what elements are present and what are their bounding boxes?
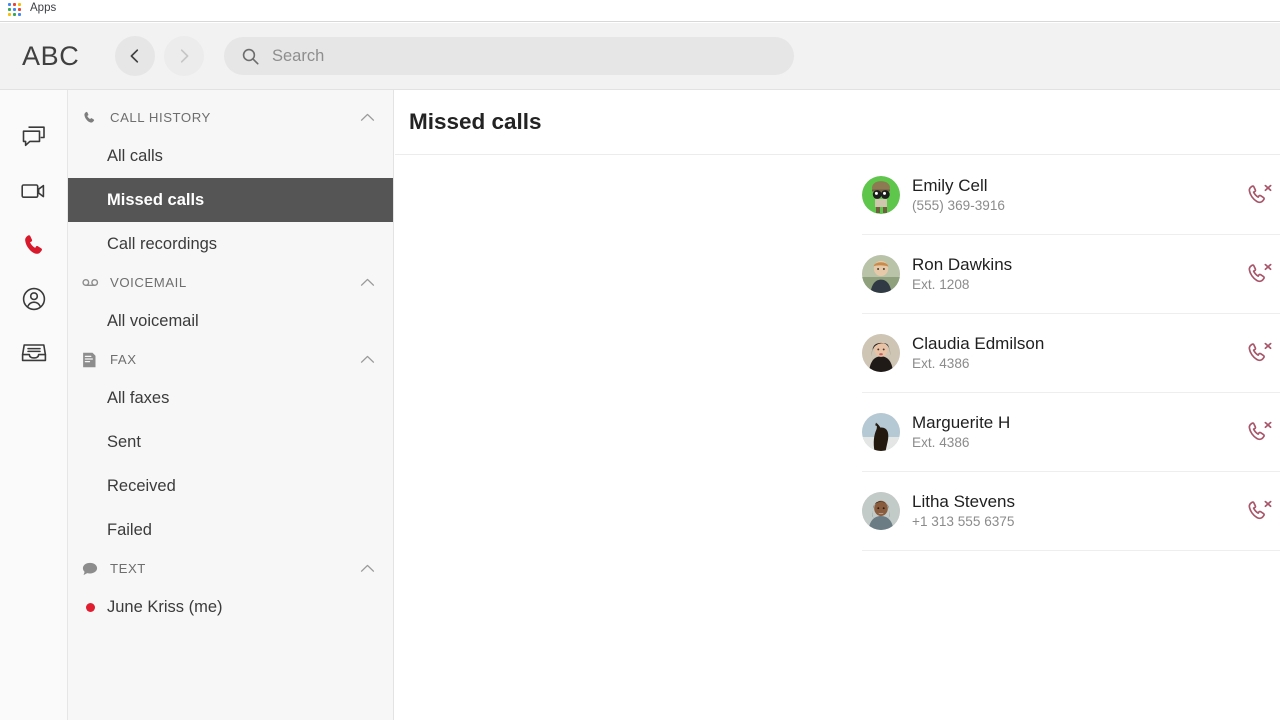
sidebar-item-call-recordings[interactable]: Call recordings [68, 222, 393, 266]
contact-detail: Ext. 1208 [912, 276, 970, 292]
chevron-up-icon[interactable] [360, 113, 375, 122]
content-header: Missed calls [395, 90, 1280, 155]
table-row[interactable]: Marguerite H Ext. 4386 [862, 393, 1280, 472]
search-icon [241, 47, 260, 66]
sidebar-section-fax[interactable]: FAX [68, 343, 393, 376]
call-info: Claudia Edmilson Ext. 4386 [912, 333, 1240, 373]
chevron-right-icon [176, 48, 192, 64]
video-camera-icon [20, 180, 48, 207]
sidebar-item-missed-calls[interactable]: Missed calls [68, 178, 393, 222]
messages-icon [21, 125, 47, 154]
table-row[interactable]: Litha Stevens +1 313 555 6375 [862, 472, 1280, 551]
sidebar-section-voicemail[interactable]: VOICEMAIL [68, 266, 393, 299]
rail-item-contacts[interactable] [0, 274, 68, 328]
page-title: Missed calls [409, 109, 542, 134]
sidebar-section-title: FAX [110, 352, 137, 367]
contact-detail: Ext. 4386 [912, 434, 970, 450]
sidebar-item-received[interactable]: Received [68, 464, 393, 508]
missed-call-icon[interactable] [1240, 262, 1280, 286]
avatar [862, 413, 900, 451]
forward-button[interactable] [164, 36, 204, 76]
sidebar-item-all-faxes[interactable]: All faxes [68, 376, 393, 420]
missed-call-icon[interactable] [1240, 183, 1280, 207]
sidebar-item-conversation-june-kriss[interactable]: June Kriss (me) [68, 585, 393, 629]
chevron-left-icon [127, 48, 143, 64]
voicemail-icon [82, 277, 104, 288]
phone-icon [21, 232, 47, 263]
avatar [862, 176, 900, 214]
bookmark-apps-label[interactable]: Apps [30, 3, 56, 15]
brand-logo: ABC [22, 40, 80, 71]
call-info: Litha Stevens +1 313 555 6375 [912, 491, 1240, 531]
rail-item-inbox[interactable] [0, 328, 68, 382]
back-button[interactable] [115, 36, 155, 76]
browser-bookmark-bar: Apps [0, 0, 1280, 22]
speech-bubble-icon [82, 562, 104, 576]
chevron-up-icon[interactable] [360, 278, 375, 287]
rail-item-phone[interactable] [0, 220, 68, 274]
call-info: Ron Dawkins Ext. 1208 [912, 254, 1240, 294]
call-info: Marguerite H Ext. 4386 [912, 412, 1240, 452]
conversation-label: June Kriss (me) [107, 597, 223, 616]
contact-detail: (555) 369-3916 [912, 197, 1005, 213]
sidebar-section-text[interactable]: TEXT [68, 552, 393, 585]
avatar [862, 255, 900, 293]
contact-detail: +1 313 555 6375 [912, 513, 1015, 529]
sidebar-section-title: CALL HISTORY [110, 110, 211, 125]
inbox-tray-icon [20, 341, 48, 370]
sidebar-section-title: TEXT [110, 561, 146, 576]
icon-rail [0, 90, 68, 720]
contact-name: Marguerite H [912, 412, 1011, 432]
contact-detail: Ext. 4386 [912, 355, 970, 371]
contact-name: Ron Dawkins [912, 254, 1013, 274]
sidebar-item-all-calls[interactable]: All calls [68, 134, 393, 178]
table-row[interactable]: Claudia Edmilson Ext. 4386 [862, 314, 1280, 393]
search-input[interactable]: Search [224, 37, 794, 75]
unread-dot-icon [86, 602, 95, 612]
sidebar-item-all-voicemail[interactable]: All voicemail [68, 299, 393, 343]
sidebar-item-failed[interactable]: Failed [68, 508, 393, 552]
apps-grid-icon[interactable] [8, 3, 21, 16]
chevron-up-icon[interactable] [360, 564, 375, 573]
call-info: Emily Cell (555) 369-3916 [912, 175, 1240, 215]
avatar [862, 492, 900, 530]
missed-call-icon[interactable] [1240, 499, 1280, 523]
app-window: Apps ABC Search CALL HISTORY All calls M… [0, 0, 1280, 720]
rail-item-video[interactable] [0, 166, 68, 220]
sidebar-item-sent[interactable]: Sent [68, 420, 393, 464]
rail-item-messages[interactable] [0, 112, 68, 166]
sidebar-section-title: VOICEMAIL [110, 275, 187, 290]
fax-icon [82, 352, 104, 368]
missed-call-icon[interactable] [1240, 341, 1280, 365]
main-content: Missed calls Emily Cell (555) 369-3916 R… [395, 90, 1280, 720]
contacts-person-icon [21, 286, 47, 317]
chevron-up-icon[interactable] [360, 355, 375, 364]
table-row[interactable]: Emily Cell (555) 369-3916 [862, 156, 1280, 235]
phone-icon [82, 110, 104, 125]
contact-name: Emily Cell [912, 175, 988, 195]
sidebar-nav-panel: CALL HISTORY All calls Missed calls Call… [68, 90, 394, 720]
contact-name: Litha Stevens [912, 491, 1016, 511]
sidebar-section-call-history[interactable]: CALL HISTORY [68, 101, 393, 134]
table-row[interactable]: Ron Dawkins Ext. 1208 [862, 235, 1280, 314]
missed-calls-list: Emily Cell (555) 369-3916 Ron Dawkins Ex… [862, 156, 1280, 551]
search-placeholder: Search [272, 46, 325, 65]
contact-name: Claudia Edmilson [912, 333, 1045, 353]
app-topbar: ABC Search [0, 23, 1280, 90]
avatar [862, 334, 900, 372]
missed-call-icon[interactable] [1240, 420, 1280, 444]
